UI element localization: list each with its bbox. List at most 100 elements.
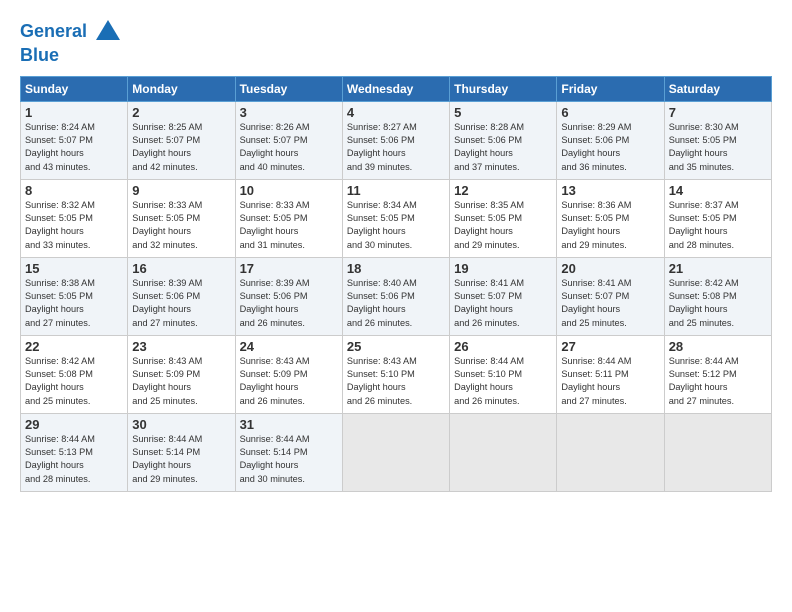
calendar-cell: 17Sunrise: 8:39 AMSunset: 5:06 PMDayligh…: [235, 257, 342, 335]
header: General Blue: [20, 18, 772, 66]
calendar-cell: 31Sunrise: 8:44 AMSunset: 5:14 PMDayligh…: [235, 413, 342, 491]
day-number: 30: [132, 417, 230, 432]
calendar-cell: 7Sunrise: 8:30 AMSunset: 5:05 PMDaylight…: [664, 101, 771, 179]
cell-content: Sunrise: 8:39 AMSunset: 5:06 PMDaylight …: [240, 277, 338, 330]
logo-general: General: [20, 21, 87, 41]
day-number: 23: [132, 339, 230, 354]
cell-content: Sunrise: 8:40 AMSunset: 5:06 PMDaylight …: [347, 277, 445, 330]
day-number: 28: [669, 339, 767, 354]
weekday-header: Monday: [128, 76, 235, 101]
calendar-cell: 29Sunrise: 8:44 AMSunset: 5:13 PMDayligh…: [21, 413, 128, 491]
day-number: 22: [25, 339, 123, 354]
day-number: 31: [240, 417, 338, 432]
day-number: 24: [240, 339, 338, 354]
cell-content: Sunrise: 8:38 AMSunset: 5:05 PMDaylight …: [25, 277, 123, 330]
day-number: 19: [454, 261, 552, 276]
cell-content: Sunrise: 8:39 AMSunset: 5:06 PMDaylight …: [132, 277, 230, 330]
weekday-header: Saturday: [664, 76, 771, 101]
calendar-week-row: 8Sunrise: 8:32 AMSunset: 5:05 PMDaylight…: [21, 179, 772, 257]
calendar-table: SundayMondayTuesdayWednesdayThursdayFrid…: [20, 76, 772, 492]
cell-content: Sunrise: 8:33 AMSunset: 5:05 PMDaylight …: [240, 199, 338, 252]
cell-content: Sunrise: 8:26 AMSunset: 5:07 PMDaylight …: [240, 121, 338, 174]
day-number: 20: [561, 261, 659, 276]
calendar-week-row: 15Sunrise: 8:38 AMSunset: 5:05 PMDayligh…: [21, 257, 772, 335]
calendar-cell: 11Sunrise: 8:34 AMSunset: 5:05 PMDayligh…: [342, 179, 449, 257]
calendar-cell: 28Sunrise: 8:44 AMSunset: 5:12 PMDayligh…: [664, 335, 771, 413]
calendar-page: General Blue SundayMondayTuesdayWednesda…: [0, 0, 792, 612]
cell-content: Sunrise: 8:36 AMSunset: 5:05 PMDaylight …: [561, 199, 659, 252]
day-number: 6: [561, 105, 659, 120]
calendar-cell: 5Sunrise: 8:28 AMSunset: 5:06 PMDaylight…: [450, 101, 557, 179]
calendar-cell: [342, 413, 449, 491]
calendar-cell: 2Sunrise: 8:25 AMSunset: 5:07 PMDaylight…: [128, 101, 235, 179]
day-number: 26: [454, 339, 552, 354]
day-number: 5: [454, 105, 552, 120]
cell-content: Sunrise: 8:29 AMSunset: 5:06 PMDaylight …: [561, 121, 659, 174]
calendar-cell: 4Sunrise: 8:27 AMSunset: 5:06 PMDaylight…: [342, 101, 449, 179]
calendar-cell: 23Sunrise: 8:43 AMSunset: 5:09 PMDayligh…: [128, 335, 235, 413]
logo-blue: Blue: [20, 46, 122, 66]
calendar-cell: 21Sunrise: 8:42 AMSunset: 5:08 PMDayligh…: [664, 257, 771, 335]
calendar-cell: 3Sunrise: 8:26 AMSunset: 5:07 PMDaylight…: [235, 101, 342, 179]
day-number: 17: [240, 261, 338, 276]
day-number: 27: [561, 339, 659, 354]
calendar-cell: [450, 413, 557, 491]
calendar-cell: 30Sunrise: 8:44 AMSunset: 5:14 PMDayligh…: [128, 413, 235, 491]
cell-content: Sunrise: 8:43 AMSunset: 5:09 PMDaylight …: [132, 355, 230, 408]
day-number: 4: [347, 105, 445, 120]
weekday-header: Tuesday: [235, 76, 342, 101]
day-number: 7: [669, 105, 767, 120]
cell-content: Sunrise: 8:44 AMSunset: 5:12 PMDaylight …: [669, 355, 767, 408]
calendar-cell: 27Sunrise: 8:44 AMSunset: 5:11 PMDayligh…: [557, 335, 664, 413]
calendar-cell: [557, 413, 664, 491]
calendar-cell: 20Sunrise: 8:41 AMSunset: 5:07 PMDayligh…: [557, 257, 664, 335]
calendar-cell: 22Sunrise: 8:42 AMSunset: 5:08 PMDayligh…: [21, 335, 128, 413]
calendar-week-row: 1Sunrise: 8:24 AMSunset: 5:07 PMDaylight…: [21, 101, 772, 179]
calendar-week-row: 22Sunrise: 8:42 AMSunset: 5:08 PMDayligh…: [21, 335, 772, 413]
day-number: 3: [240, 105, 338, 120]
weekday-header: Friday: [557, 76, 664, 101]
calendar-cell: 24Sunrise: 8:43 AMSunset: 5:09 PMDayligh…: [235, 335, 342, 413]
day-number: 1: [25, 105, 123, 120]
cell-content: Sunrise: 8:42 AMSunset: 5:08 PMDaylight …: [669, 277, 767, 330]
calendar-cell: 19Sunrise: 8:41 AMSunset: 5:07 PMDayligh…: [450, 257, 557, 335]
day-number: 11: [347, 183, 445, 198]
calendar-cell: 6Sunrise: 8:29 AMSunset: 5:06 PMDaylight…: [557, 101, 664, 179]
cell-content: Sunrise: 8:44 AMSunset: 5:14 PMDaylight …: [132, 433, 230, 486]
cell-content: Sunrise: 8:41 AMSunset: 5:07 PMDaylight …: [454, 277, 552, 330]
cell-content: Sunrise: 8:25 AMSunset: 5:07 PMDaylight …: [132, 121, 230, 174]
calendar-cell: 9Sunrise: 8:33 AMSunset: 5:05 PMDaylight…: [128, 179, 235, 257]
day-number: 9: [132, 183, 230, 198]
cell-content: Sunrise: 8:33 AMSunset: 5:05 PMDaylight …: [132, 199, 230, 252]
calendar-body: 1Sunrise: 8:24 AMSunset: 5:07 PMDaylight…: [21, 101, 772, 491]
weekday-header: Wednesday: [342, 76, 449, 101]
day-number: 2: [132, 105, 230, 120]
logo-icon: [94, 18, 122, 46]
day-number: 12: [454, 183, 552, 198]
calendar-cell: 26Sunrise: 8:44 AMSunset: 5:10 PMDayligh…: [450, 335, 557, 413]
day-number: 29: [25, 417, 123, 432]
day-number: 8: [25, 183, 123, 198]
cell-content: Sunrise: 8:41 AMSunset: 5:07 PMDaylight …: [561, 277, 659, 330]
cell-content: Sunrise: 8:32 AMSunset: 5:05 PMDaylight …: [25, 199, 123, 252]
calendar-cell: 15Sunrise: 8:38 AMSunset: 5:05 PMDayligh…: [21, 257, 128, 335]
day-number: 18: [347, 261, 445, 276]
cell-content: Sunrise: 8:28 AMSunset: 5:06 PMDaylight …: [454, 121, 552, 174]
cell-content: Sunrise: 8:30 AMSunset: 5:05 PMDaylight …: [669, 121, 767, 174]
day-number: 15: [25, 261, 123, 276]
cell-content: Sunrise: 8:44 AMSunset: 5:10 PMDaylight …: [454, 355, 552, 408]
day-number: 14: [669, 183, 767, 198]
cell-content: Sunrise: 8:43 AMSunset: 5:10 PMDaylight …: [347, 355, 445, 408]
calendar-cell: 16Sunrise: 8:39 AMSunset: 5:06 PMDayligh…: [128, 257, 235, 335]
cell-content: Sunrise: 8:24 AMSunset: 5:07 PMDaylight …: [25, 121, 123, 174]
weekday-header: Sunday: [21, 76, 128, 101]
weekday-header: Thursday: [450, 76, 557, 101]
calendar-header-row: SundayMondayTuesdayWednesdayThursdayFrid…: [21, 76, 772, 101]
day-number: 25: [347, 339, 445, 354]
calendar-cell: 10Sunrise: 8:33 AMSunset: 5:05 PMDayligh…: [235, 179, 342, 257]
cell-content: Sunrise: 8:44 AMSunset: 5:14 PMDaylight …: [240, 433, 338, 486]
calendar-cell: 13Sunrise: 8:36 AMSunset: 5:05 PMDayligh…: [557, 179, 664, 257]
calendar-cell: [664, 413, 771, 491]
cell-content: Sunrise: 8:34 AMSunset: 5:05 PMDaylight …: [347, 199, 445, 252]
cell-content: Sunrise: 8:43 AMSunset: 5:09 PMDaylight …: [240, 355, 338, 408]
